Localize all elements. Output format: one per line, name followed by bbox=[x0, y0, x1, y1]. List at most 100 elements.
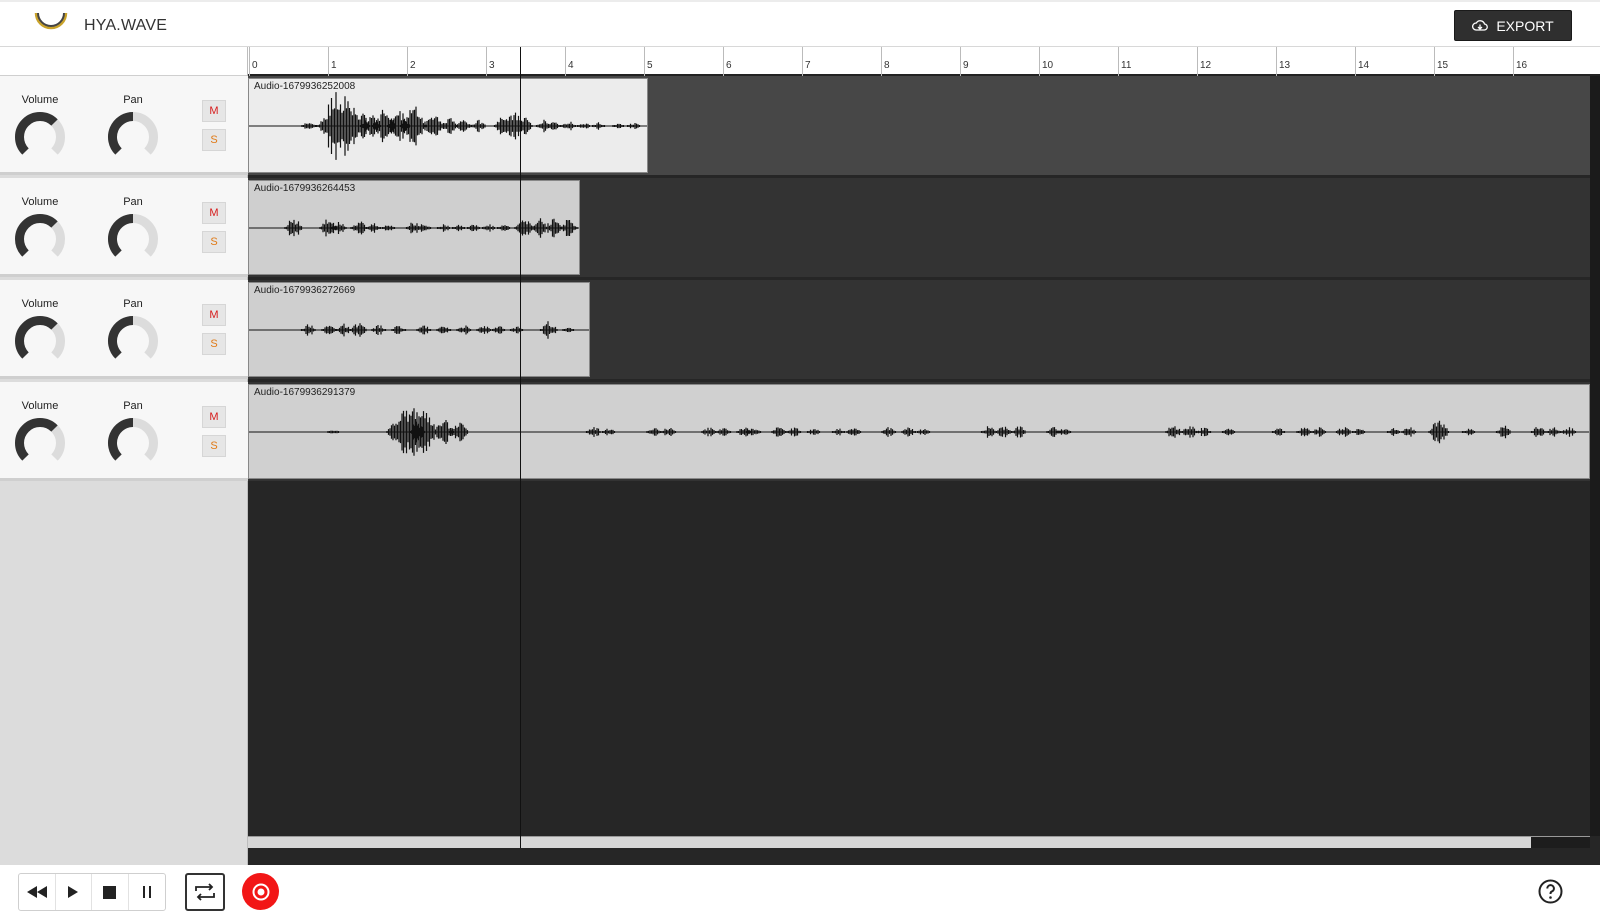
ruler-tick-label: 14 bbox=[1358, 60, 1370, 71]
track-lane-1[interactable]: Audio-1679936252008 bbox=[248, 76, 1590, 175]
mute-button[interactable]: M bbox=[202, 406, 226, 428]
volume-control: Volume bbox=[10, 400, 70, 470]
ruler-tick-label: 15 bbox=[1437, 60, 1449, 71]
timeline[interactable]: 0 1 2 3 4 5 6 7 8 9 10 11 12 13 14 15 16 Audio-167993625… bbox=[248, 47, 1600, 865]
track-controls-panel: Volume Pan M S Volume Pan M S Volume Pan… bbox=[0, 47, 248, 865]
track-control-2: Volume Pan M S bbox=[0, 178, 248, 277]
pan-control: Pan bbox=[103, 94, 163, 164]
ruler-tick-label: 9 bbox=[963, 60, 969, 71]
pan-knob[interactable] bbox=[106, 416, 160, 470]
ruler-tick bbox=[1197, 47, 1198, 76]
ruler-tick bbox=[328, 47, 329, 76]
pan-label: Pan bbox=[123, 94, 143, 106]
solo-button[interactable]: S bbox=[202, 333, 226, 355]
playhead[interactable] bbox=[520, 47, 521, 848]
pan-control: Pan bbox=[103, 298, 163, 368]
pan-control: Pan bbox=[103, 400, 163, 470]
ruler-tick bbox=[1118, 47, 1119, 76]
ruler-tick bbox=[486, 47, 487, 76]
time-ruler[interactable]: 0 1 2 3 4 5 6 7 8 9 10 11 12 13 14 15 16 bbox=[248, 47, 1600, 76]
export-button[interactable]: EXPORT bbox=[1454, 10, 1572, 41]
play-button[interactable] bbox=[56, 874, 92, 910]
cloud-download-icon bbox=[1472, 19, 1489, 31]
ruler-tick bbox=[802, 47, 803, 76]
app-header: HYA.WAVE EXPORT bbox=[0, 0, 1600, 47]
pause-button[interactable] bbox=[129, 874, 165, 910]
ruler-tick-label: 11 bbox=[1121, 60, 1132, 71]
audio-clip[interactable]: Audio-1679936272669 bbox=[248, 282, 590, 377]
ruler-tick bbox=[1039, 47, 1040, 76]
vertical-scrollbar[interactable] bbox=[1590, 76, 1600, 836]
waveform bbox=[249, 321, 589, 339]
volume-control: Volume bbox=[10, 94, 70, 164]
track-control-4: Volume Pan M S bbox=[0, 382, 248, 481]
volume-knob[interactable] bbox=[13, 314, 67, 368]
audio-clip[interactable]: Audio-1679936291379 bbox=[248, 384, 1590, 479]
audio-clip[interactable]: Audio-1679936264453 bbox=[248, 180, 580, 275]
ruler-tick-label: 1 bbox=[331, 60, 337, 71]
ruler-tick bbox=[1355, 47, 1356, 76]
mute-button[interactable]: M bbox=[202, 100, 226, 122]
ruler-tick-label: 12 bbox=[1200, 60, 1212, 71]
pan-label: Pan bbox=[123, 298, 143, 310]
track-lane-3[interactable]: Audio-1679936272669 bbox=[248, 280, 1590, 379]
horizontal-scrollbar[interactable] bbox=[248, 836, 1590, 848]
rewind-button[interactable] bbox=[19, 874, 56, 910]
pan-label: Pan bbox=[123, 400, 143, 412]
ruler-tick-label: 4 bbox=[568, 60, 574, 71]
mute-button[interactable]: M bbox=[202, 304, 226, 326]
volume-knob[interactable] bbox=[13, 110, 67, 164]
solo-button[interactable]: S bbox=[202, 129, 226, 151]
waveform bbox=[249, 92, 647, 160]
transport-bar bbox=[0, 865, 1600, 916]
controls-header-spacer bbox=[0, 47, 247, 76]
ruler-tick bbox=[960, 47, 961, 76]
volume-label: Volume bbox=[21, 400, 59, 412]
volume-label: Volume bbox=[21, 298, 59, 310]
volume-knob[interactable] bbox=[13, 212, 67, 266]
ruler-tick-label: 16 bbox=[1516, 60, 1528, 71]
pan-knob[interactable] bbox=[106, 110, 160, 164]
stop-icon bbox=[103, 885, 117, 899]
ruler-tick bbox=[249, 47, 250, 76]
pause-icon bbox=[142, 886, 151, 898]
logo-icon bbox=[34, 12, 68, 30]
pan-control: Pan bbox=[103, 196, 163, 266]
volume-control: Volume bbox=[10, 196, 70, 266]
pan-knob[interactable] bbox=[106, 314, 160, 368]
ruler-tick bbox=[1513, 47, 1514, 76]
record-button[interactable] bbox=[242, 873, 279, 910]
ruler-tick-label: 13 bbox=[1279, 60, 1291, 71]
record-icon bbox=[252, 883, 269, 900]
waveform bbox=[249, 408, 1589, 456]
ruler-tick bbox=[881, 47, 882, 76]
ruler-tick bbox=[407, 47, 408, 76]
ruler-tick bbox=[565, 47, 566, 76]
ruler-tick-label: 5 bbox=[647, 60, 653, 71]
solo-button[interactable]: S bbox=[202, 435, 226, 457]
scrollbar-thumb[interactable] bbox=[1531, 837, 1590, 848]
pan-label: Pan bbox=[123, 196, 143, 208]
volume-label: Volume bbox=[21, 196, 59, 208]
stop-button[interactable] bbox=[92, 874, 129, 910]
ruler-tick-label: 3 bbox=[489, 60, 495, 71]
track-lane-2[interactable]: Audio-1679936264453 bbox=[248, 178, 1590, 277]
volume-control: Volume bbox=[10, 298, 70, 368]
track-lane-4[interactable]: Audio-1679936291379 bbox=[248, 382, 1590, 481]
volume-label: Volume bbox=[21, 94, 59, 106]
volume-knob[interactable] bbox=[13, 416, 67, 470]
waveform bbox=[249, 218, 579, 238]
mute-button[interactable]: M bbox=[202, 202, 226, 224]
loop-button[interactable] bbox=[185, 873, 225, 911]
play-icon bbox=[68, 886, 79, 898]
pan-knob[interactable] bbox=[106, 212, 160, 266]
help-icon[interactable] bbox=[1538, 879, 1563, 904]
ruler-tick-label: 2 bbox=[410, 60, 416, 71]
ruler-tick bbox=[723, 47, 724, 76]
loop-icon bbox=[195, 883, 215, 901]
export-label: EXPORT bbox=[1496, 17, 1554, 34]
audio-clip[interactable]: Audio-1679936252008 bbox=[248, 78, 648, 173]
track-control-1: Volume Pan M S bbox=[0, 76, 248, 175]
solo-button[interactable]: S bbox=[202, 231, 226, 253]
track-control-3: Volume Pan M S bbox=[0, 280, 248, 379]
